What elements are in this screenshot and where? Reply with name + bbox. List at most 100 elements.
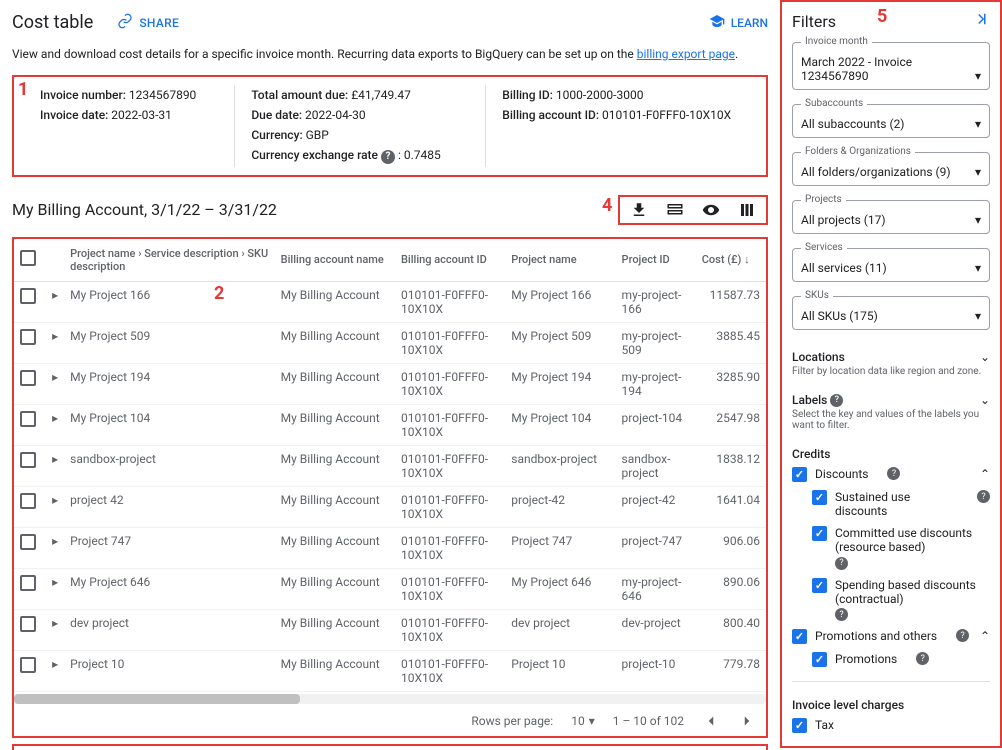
- dropdown-icon: ▾: [975, 261, 981, 275]
- expand-row-icon[interactable]: ▸: [52, 370, 58, 384]
- cell-cost: 2547.98: [696, 404, 766, 445]
- help-icon[interactable]: ?: [830, 394, 843, 407]
- checkbox-checked-icon: ✓: [812, 578, 827, 593]
- col-billing-acct-id[interactable]: Billing account ID: [395, 239, 505, 282]
- billing-acct-id-value: 010101-F0FFF0-10X10X: [602, 108, 731, 122]
- dropdown-icon: ▾: [975, 309, 981, 323]
- cell-acct-name: My Billing Account: [275, 404, 395, 445]
- table-row[interactable]: ▸Project 747My Billing Account010101-F0F…: [14, 527, 766, 568]
- table-view-icon[interactable]: [666, 201, 684, 219]
- fx-value: 0.7485: [404, 148, 441, 162]
- committed-use-checkbox[interactable]: ✓ Committed use discounts (resource base…: [792, 522, 990, 574]
- row-checkbox[interactable]: [20, 616, 36, 632]
- reset-button[interactable]: RESET: [792, 747, 858, 748]
- table-row[interactable]: ▸Project 10My Billing Account010101-F0FF…: [14, 650, 766, 691]
- folders-select[interactable]: Folders & Organizations All folders/orga…: [792, 152, 990, 186]
- expand-row-icon[interactable]: ▸: [52, 575, 58, 589]
- cell-acct-name: My Billing Account: [275, 527, 395, 568]
- spending-based-checkbox[interactable]: ✓ Spending based discounts (contractual)…: [792, 574, 990, 626]
- tax-checkbox[interactable]: ✓ Tax: [792, 714, 990, 737]
- expand-row-icon[interactable]: ▸: [52, 329, 58, 343]
- next-page-button[interactable]: [738, 712, 756, 730]
- table-row[interactable]: ▸dev projectMy Billing Account010101-F0F…: [14, 609, 766, 650]
- cell-project-id: my-project-646: [616, 568, 696, 609]
- locations-section[interactable]: Locations⌄: [792, 344, 990, 366]
- row-checkbox[interactable]: [20, 370, 36, 386]
- row-checkbox[interactable]: [20, 411, 36, 427]
- expand-row-icon[interactable]: ▸: [52, 657, 58, 671]
- col-project-id[interactable]: Project ID: [616, 239, 696, 282]
- row-checkbox[interactable]: [20, 493, 36, 509]
- prev-page-button[interactable]: [702, 712, 720, 730]
- promotions-checkbox[interactable]: ✓ Promotions ?: [792, 648, 990, 671]
- table-row[interactable]: ▸My Project 166My Billing Account010101-…: [14, 281, 766, 322]
- chevron-up-icon: ⌃: [980, 467, 990, 481]
- cell-project-id: my-project-194: [616, 363, 696, 404]
- cell-acct-name: My Billing Account: [275, 445, 395, 486]
- col-project-name[interactable]: Project name: [505, 239, 615, 282]
- due-date-label: Due date:: [251, 108, 302, 122]
- table-row[interactable]: ▸My Project 104My Billing Account010101-…: [14, 404, 766, 445]
- projects-select[interactable]: Projects All projects (17)▾: [792, 200, 990, 234]
- table-row[interactable]: ▸My Project 509My Billing Account010101-…: [14, 322, 766, 363]
- skus-select[interactable]: SKUs All SKUs (175)▾: [792, 296, 990, 330]
- services-select[interactable]: Services All services (11)▾: [792, 248, 990, 282]
- row-checkbox[interactable]: [20, 575, 36, 591]
- sustained-use-checkbox[interactable]: ✓ Sustained use discounts ?: [792, 486, 990, 522]
- checkbox-checked-icon: ✓: [792, 629, 807, 644]
- cell-project: sandbox-project: [64, 445, 275, 486]
- billing-export-link[interactable]: billing export page: [637, 47, 735, 61]
- help-icon[interactable]: ?: [381, 150, 395, 164]
- cell-acct-id: 010101-F0FFF0-10X10X: [395, 363, 505, 404]
- invoice-date-label: Invoice date:: [40, 108, 108, 122]
- subaccounts-select[interactable]: Subaccounts All subaccounts (2)▾: [792, 104, 990, 138]
- labels-section[interactable]: Labels ?⌄: [792, 387, 990, 409]
- help-icon[interactable]: ?: [835, 608, 848, 621]
- cell-project-id: project-747: [616, 527, 696, 568]
- learn-button[interactable]: LEARN: [709, 13, 768, 32]
- collapse-panel-icon[interactable]: [972, 10, 990, 32]
- help-icon[interactable]: ?: [887, 467, 900, 480]
- cell-acct-id: 010101-F0FFF0-10X10X: [395, 650, 505, 691]
- help-icon[interactable]: ?: [916, 652, 929, 665]
- col-billing-acct-name[interactable]: Billing account name: [275, 239, 395, 282]
- table-title: My Billing Account, 3/1/22 – 3/31/22: [12, 200, 277, 219]
- col-project-sku[interactable]: Project name › Service description › SKU…: [64, 239, 275, 282]
- promotions-others-checkbox[interactable]: ✓ Promotions and others ? ⌃: [792, 625, 990, 648]
- invoice-month-select[interactable]: Invoice month March 2022 - Invoice 12345…: [792, 42, 990, 90]
- expand-row-icon[interactable]: ▸: [52, 616, 58, 630]
- cell-project-id: my-project-166: [616, 281, 696, 322]
- row-checkbox[interactable]: [20, 288, 36, 304]
- help-icon[interactable]: ?: [977, 490, 990, 503]
- row-checkbox[interactable]: [20, 657, 36, 673]
- expand-row-icon[interactable]: ▸: [52, 411, 58, 425]
- download-csv-icon[interactable]: [630, 201, 648, 219]
- cell-project-name: My Project 646: [505, 568, 615, 609]
- expand-row-icon[interactable]: ▸: [52, 452, 58, 466]
- discounts-checkbox[interactable]: ✓ Discounts ? ⌃: [792, 463, 990, 486]
- row-checkbox[interactable]: [20, 534, 36, 550]
- horizontal-scrollbar[interactable]: [14, 694, 766, 704]
- table-row[interactable]: ▸My Project 194My Billing Account010101-…: [14, 363, 766, 404]
- table-row[interactable]: ▸project 42My Billing Account010101-F0FF…: [14, 486, 766, 527]
- rows-per-page-select[interactable]: 10 ▾: [571, 714, 595, 728]
- dropdown-icon: ▾: [975, 69, 981, 83]
- columns-icon[interactable]: [738, 201, 756, 219]
- table-row[interactable]: ▸sandbox-projectMy Billing Account010101…: [14, 445, 766, 486]
- row-checkbox[interactable]: [20, 452, 36, 468]
- help-icon[interactable]: ?: [835, 557, 848, 570]
- visibility-icon[interactable]: [702, 201, 720, 219]
- select-all-checkbox[interactable]: [20, 250, 36, 266]
- cell-project-name: dev project: [505, 609, 615, 650]
- expand-row-icon[interactable]: ▸: [52, 493, 58, 507]
- expand-row-icon[interactable]: ▸: [52, 534, 58, 548]
- cell-project: My Project 166: [64, 281, 275, 322]
- billing-id-value: 1000-2000-3000: [556, 88, 644, 102]
- col-cost[interactable]: Cost (£) ↓: [696, 239, 766, 282]
- cell-project-name: My Project 509: [505, 322, 615, 363]
- expand-row-icon[interactable]: ▸: [52, 288, 58, 302]
- share-button[interactable]: SHARE: [117, 13, 179, 32]
- row-checkbox[interactable]: [20, 329, 36, 345]
- table-row[interactable]: ▸My Project 646My Billing Account010101-…: [14, 568, 766, 609]
- help-icon[interactable]: ?: [956, 629, 969, 642]
